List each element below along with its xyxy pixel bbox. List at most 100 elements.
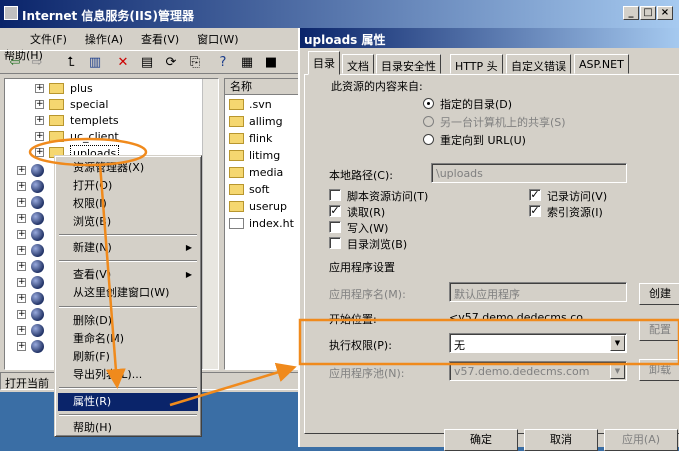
radio-network-share[interactable] bbox=[423, 116, 434, 127]
menu-item-export-list[interactable]: 导出列表(L)... bbox=[58, 366, 198, 384]
checkbox-directory-browsing[interactable] bbox=[329, 237, 341, 249]
menu-item-rename[interactable]: 重命名(M) bbox=[58, 330, 198, 348]
local-path-field[interactable]: \uploads bbox=[431, 163, 627, 183]
expand-icon[interactable]: + bbox=[35, 116, 44, 125]
menu-item-explorer[interactable]: 资源管理器(X) bbox=[58, 159, 198, 177]
delete-icon[interactable]: ✕ bbox=[114, 54, 132, 72]
folder-icon bbox=[49, 99, 64, 110]
export-icon[interactable]: ⎘ bbox=[186, 54, 204, 72]
expand-icon[interactable]: + bbox=[17, 342, 26, 351]
tab-directory-security[interactable]: 目录安全性 bbox=[376, 54, 441, 74]
menu-item-delete[interactable]: 删除(D) bbox=[58, 312, 198, 330]
expand-icon[interactable]: + bbox=[17, 294, 26, 303]
checkbox-label[interactable]: 读取(R) bbox=[347, 204, 385, 220]
expand-icon[interactable]: + bbox=[35, 132, 44, 141]
tree-scrollbar[interactable] bbox=[202, 79, 218, 369]
radio-label-network-share[interactable]: 另一台计算机上的共享(S) bbox=[440, 114, 566, 130]
tab-directory[interactable]: 目录 bbox=[308, 51, 340, 75]
radio-redirect-url[interactable] bbox=[423, 134, 434, 145]
menu-item-new-window[interactable]: 从这里创建窗口(W) bbox=[58, 284, 198, 302]
refresh-icon[interactable]: ⟳ bbox=[162, 54, 180, 72]
expand-icon[interactable]: + bbox=[17, 214, 26, 223]
checkbox-index-resource[interactable]: ✓ bbox=[529, 205, 541, 217]
tab-custom-errors[interactable]: 自定义错误 bbox=[506, 54, 571, 74]
file-icon bbox=[229, 218, 244, 229]
stop-icon[interactable]: ■ bbox=[262, 54, 280, 72]
forward-icon[interactable]: ⇨ bbox=[28, 54, 46, 72]
app-pool-select[interactable]: v57.demo.dedecms.com ▼ bbox=[449, 361, 627, 381]
expand-icon[interactable]: + bbox=[35, 100, 44, 109]
menu-window[interactable]: 窗口(W) bbox=[197, 31, 238, 47]
cancel-button[interactable]: 取消 bbox=[524, 429, 598, 451]
expand-icon[interactable]: + bbox=[17, 182, 26, 191]
up-folder-icon[interactable]: ⮤ bbox=[62, 54, 80, 72]
configure-button[interactable]: 配置 bbox=[639, 319, 679, 341]
website-icon bbox=[31, 324, 44, 337]
expand-icon[interactable]: + bbox=[17, 198, 26, 207]
menu-item-help[interactable]: 帮助(H) bbox=[58, 419, 198, 437]
expand-icon[interactable]: + bbox=[17, 246, 26, 255]
checkbox-write[interactable] bbox=[329, 221, 341, 233]
app-pool-label: 应用程序池(N): bbox=[329, 367, 405, 380]
checkbox-label[interactable]: 索引资源(I) bbox=[547, 204, 603, 220]
create-button[interactable]: 创建 bbox=[639, 283, 679, 305]
content-list-pane[interactable]: 名称 .svn allimg flink litimg media soft u… bbox=[224, 78, 301, 370]
checkbox-label[interactable]: 目录浏览(B) bbox=[347, 236, 407, 252]
minimize-button[interactable]: _ bbox=[623, 6, 639, 20]
menu-item-properties[interactable]: 属性(R) bbox=[58, 393, 198, 411]
apply-button[interactable]: 应用(A) bbox=[604, 429, 678, 451]
tab-http-headers[interactable]: HTTP 头 bbox=[450, 54, 503, 74]
checkbox-read[interactable]: ✓ bbox=[329, 205, 341, 217]
tab-aspnet[interactable]: ASP.NET bbox=[574, 54, 629, 74]
folder-icon bbox=[229, 133, 244, 144]
menu-action[interactable]: 操作(A) bbox=[85, 31, 123, 47]
menu-separator bbox=[59, 387, 197, 389]
expand-icon[interactable]: + bbox=[35, 148, 44, 157]
menu-item-permissions[interactable]: 权限(I) bbox=[58, 195, 198, 213]
radio-label-redirect-url[interactable]: 重定向到 URL(U) bbox=[440, 132, 526, 148]
column-header-name[interactable]: 名称 bbox=[225, 79, 301, 95]
radio-local-directory[interactable] bbox=[423, 98, 434, 109]
back-icon[interactable]: ⇦ bbox=[6, 54, 24, 72]
show-tree-icon[interactable]: ▥ bbox=[86, 54, 104, 72]
submenu-arrow-icon: ▶ bbox=[185, 243, 192, 252]
checkbox-script-source-access[interactable] bbox=[329, 189, 341, 201]
checkbox-label[interactable]: 写入(W) bbox=[347, 220, 388, 236]
properties-icon[interactable]: ▤ bbox=[138, 54, 156, 72]
checkbox-label[interactable]: 脚本资源访问(T) bbox=[347, 188, 428, 204]
exec-permissions-select[interactable]: 无 ▼ bbox=[449, 333, 627, 353]
menu-item-view[interactable]: 查看(V) ▶ bbox=[58, 266, 198, 284]
expand-icon[interactable]: + bbox=[35, 84, 44, 93]
menu-item-open[interactable]: 打开(O) bbox=[58, 177, 198, 195]
app-name-label: 应用程序名(M): bbox=[329, 288, 406, 301]
close-button[interactable]: × bbox=[657, 6, 673, 20]
radio-label-local-directory[interactable]: 指定的目录(D) bbox=[440, 96, 512, 112]
expand-icon[interactable]: + bbox=[17, 326, 26, 335]
console-icon[interactable]: ▦ bbox=[238, 54, 256, 72]
expand-icon[interactable]: + bbox=[17, 262, 26, 271]
folder-icon bbox=[229, 116, 244, 127]
expand-icon[interactable]: + bbox=[17, 230, 26, 239]
expand-icon[interactable]: + bbox=[17, 278, 26, 287]
menu-separator bbox=[59, 414, 197, 416]
menu-item-new[interactable]: 新建(N) ▶ bbox=[58, 239, 198, 257]
ok-button[interactable]: 确定 bbox=[444, 429, 518, 451]
unload-button[interactable]: 卸载 bbox=[639, 359, 679, 381]
help-icon[interactable]: ? bbox=[214, 54, 232, 72]
app-name-field[interactable]: 默认应用程序 bbox=[449, 282, 627, 302]
dropdown-arrow-icon[interactable]: ▼ bbox=[610, 363, 625, 379]
expand-icon[interactable]: + bbox=[17, 310, 26, 319]
expand-icon[interactable]: + bbox=[17, 166, 26, 175]
checkbox-log-visits[interactable]: ✓ bbox=[529, 189, 541, 201]
menu-file[interactable]: 文件(F) bbox=[30, 31, 67, 47]
folder-icon bbox=[229, 184, 244, 195]
maximize-button[interactable]: □ bbox=[640, 6, 656, 20]
dropdown-arrow-icon[interactable]: ▼ bbox=[610, 335, 625, 351]
folder-icon bbox=[49, 83, 64, 94]
menu-view[interactable]: 查看(V) bbox=[141, 31, 179, 47]
checkbox-label[interactable]: 记录访问(V) bbox=[547, 188, 607, 204]
tab-documents[interactable]: 文档 bbox=[342, 54, 374, 74]
folder-icon bbox=[229, 167, 244, 178]
menu-item-browse[interactable]: 浏览(B) bbox=[58, 213, 198, 231]
menu-item-refresh[interactable]: 刷新(F) bbox=[58, 348, 198, 366]
